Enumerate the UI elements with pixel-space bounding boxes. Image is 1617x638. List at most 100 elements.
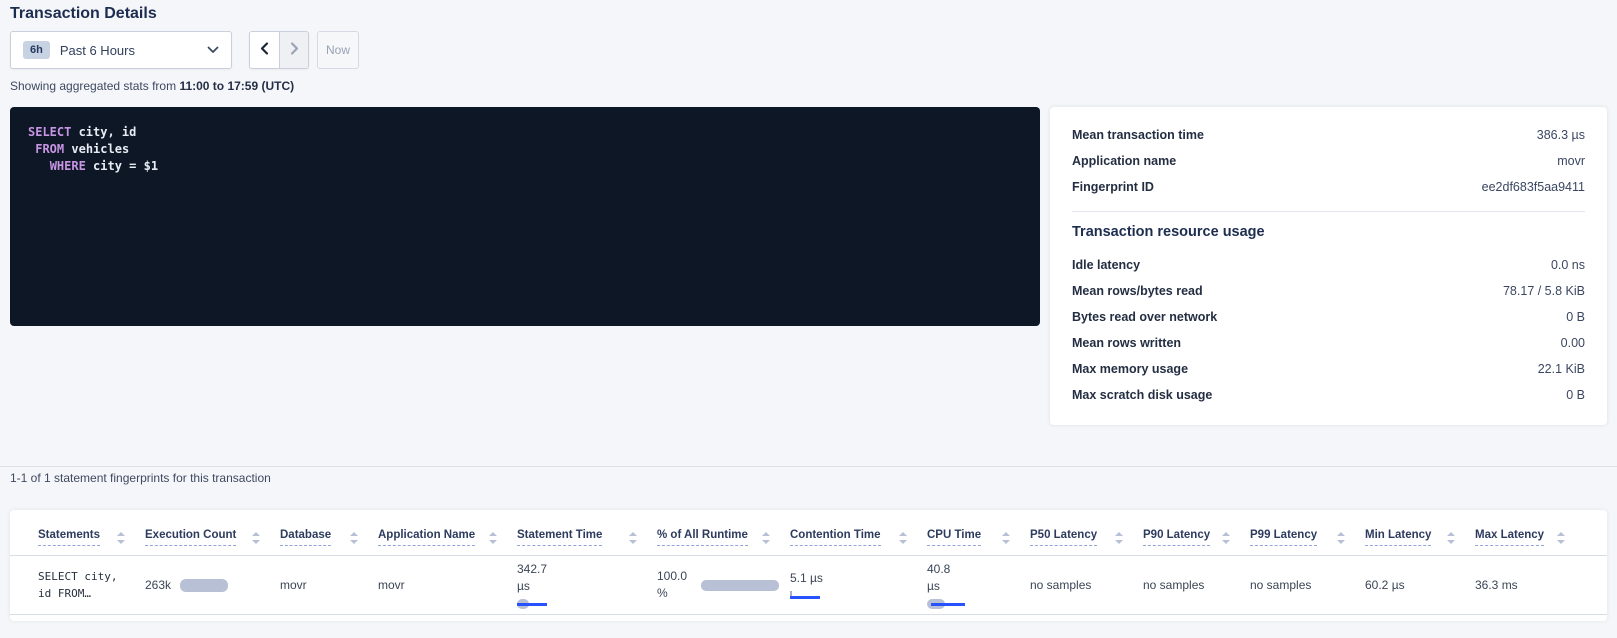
sort-arrows-icon[interactable] [1557, 532, 1565, 544]
contention-time-cell: 5.1 µs [790, 570, 927, 600]
statement-link: SELECT city, id FROM… [38, 568, 117, 602]
sort-arrows-icon[interactable] [489, 532, 497, 544]
summary-value: 0.0 ns [1551, 258, 1585, 272]
p50-latency-cell: no samples [1030, 578, 1143, 592]
column-header-max-latency[interactable]: Max Latency [1475, 529, 1585, 546]
section-divider [0, 466, 1617, 467]
time-nav-group [249, 31, 309, 69]
summary-rows: Mean transaction time 386.3 µs Application… [1072, 122, 1585, 200]
sort-arrows-icon[interactable] [899, 532, 907, 544]
column-header-application-name[interactable]: Application Name [378, 529, 517, 546]
column-header-label: P90 Latency [1143, 529, 1210, 546]
min-latency-cell: 60.2 µs [1365, 578, 1475, 592]
application-name-cell: movr [378, 578, 517, 592]
column-header-min-latency[interactable]: Min Latency [1365, 529, 1475, 546]
sort-arrows-icon[interactable] [350, 532, 358, 544]
time-range-dropdown[interactable]: 6h Past 6 Hours [10, 31, 232, 69]
column-header-label: Statements [38, 529, 100, 546]
column-header-p90-latency[interactable]: P90 Latency [1143, 529, 1250, 546]
statement-row[interactable]: SELECT city, id FROM… 263k movr movr 342… [10, 556, 1607, 615]
statement-cell[interactable]: SELECT city, id FROM… [38, 568, 145, 602]
summary-label: Mean transaction time [1072, 128, 1204, 142]
summary-row: Mean rows/bytes read78.17 / 5.8 KiB [1072, 278, 1585, 304]
sort-arrows-icon[interactable] [1002, 532, 1010, 544]
column-header-cpu-time[interactable]: CPU Time [927, 529, 1030, 546]
time-controls: 6h Past 6 Hours Now [10, 31, 359, 69]
cpu-time-bar [927, 599, 967, 609]
column-header-database[interactable]: Database [280, 529, 378, 546]
resource-usage-title: Transaction resource usage [1072, 224, 1585, 240]
summary-row: Mean transaction time 386.3 µs [1072, 122, 1585, 148]
database-cell: movr [280, 578, 378, 592]
column-header-label: Execution Count [145, 529, 236, 546]
column-header-p99-latency[interactable]: P99 Latency [1250, 529, 1365, 546]
statements-table-header: Statements Execution Count Database Applica… [10, 510, 1607, 556]
column-header-label: Max Latency [1475, 529, 1544, 546]
summary-value: ee2df683f5aa9411 [1482, 180, 1585, 194]
chevron-right-icon [289, 41, 300, 59]
column-header-label: Database [280, 529, 331, 546]
sort-arrows-icon[interactable] [117, 532, 125, 544]
summary-value: 386.3 µs [1537, 128, 1585, 142]
summary-divider [1072, 211, 1585, 212]
transaction-summary-card: Mean transaction time 386.3 µs Application… [1050, 107, 1607, 425]
sql-code: SELECT city, id FROM vehicles WHERE city… [28, 124, 1022, 175]
statement-time-cell: 342.7 µs [517, 561, 657, 609]
column-header--of-all-runtime[interactable]: % of All Runtime [657, 529, 790, 546]
sort-arrows-icon[interactable] [762, 532, 770, 544]
time-range-badge: 6h [23, 41, 50, 59]
next-time-button[interactable] [279, 32, 308, 68]
summary-label: Max memory usage [1072, 362, 1188, 376]
column-header-p50-latency[interactable]: P50 Latency [1030, 529, 1143, 546]
pct-runtime-cell: 100.0 % [657, 568, 790, 602]
page-title: Transaction Details [10, 5, 157, 23]
summary-row: Max memory usage 22.1 KiB [1072, 356, 1585, 382]
column-header-label: P50 Latency [1030, 529, 1097, 546]
column-header-statements[interactable]: Statements [38, 529, 145, 546]
sort-arrows-icon[interactable] [252, 532, 260, 544]
summary-row: Fingerprint ID ee2df683f5aa9411 [1072, 174, 1585, 200]
statement-time-bar [517, 599, 557, 609]
column-header-label: Min Latency [1365, 529, 1431, 546]
stats-time-range: 11:00 to 17:59 (UTC) [179, 79, 294, 93]
sort-arrows-icon[interactable] [1115, 532, 1123, 544]
p90-latency-cell: no samples [1143, 578, 1250, 592]
chevron-left-icon [259, 41, 270, 59]
summary-label: Fingerprint ID [1072, 180, 1154, 194]
now-button[interactable]: Now [317, 31, 359, 69]
fingerprints-caption: 1-1 of 1 statement fingerprints for this… [10, 471, 271, 485]
summary-row: Bytes read over network0 B [1072, 304, 1585, 330]
summary-value: movr [1557, 154, 1585, 168]
summary-value: 22.1 KiB [1538, 362, 1585, 376]
column-header-label: Application Name [378, 529, 475, 546]
column-header-label: P99 Latency [1250, 529, 1317, 546]
summary-row: Mean rows written 0.00 [1072, 330, 1585, 356]
column-header-contention-time[interactable]: Contention Time [790, 529, 927, 546]
summary-value: 0.00 [1561, 336, 1585, 350]
column-header-statement-time[interactable]: Statement Time [517, 529, 657, 546]
summary-row: Max scratch disk usage 0 B [1072, 382, 1585, 408]
summary-value: 0 B [1566, 310, 1585, 324]
column-header-label: Contention Time [790, 529, 881, 546]
execution-count-cell: 263k [145, 578, 280, 592]
column-header-label: CPU Time [927, 529, 981, 546]
column-header-execution-count[interactable]: Execution Count [145, 529, 280, 546]
aggregated-stats-caption: Showing aggregated stats from 11:00 to 1… [10, 79, 294, 93]
column-header-label: % of All Runtime [657, 529, 748, 546]
summary-label: Application name [1072, 154, 1176, 168]
sort-arrows-icon[interactable] [1337, 532, 1345, 544]
statements-table: Statements Execution Count Database Applica… [10, 510, 1607, 621]
sort-arrows-icon[interactable] [629, 532, 637, 544]
sort-arrows-icon[interactable] [1222, 532, 1230, 544]
contention-time-bar [790, 591, 824, 600]
summary-value: 78.17 / 5.8 KiB [1503, 284, 1585, 298]
summary-label: Max scratch disk usage [1072, 388, 1212, 402]
time-range-label: Past 6 Hours [60, 43, 197, 58]
summary-value: 0 B [1566, 388, 1585, 402]
summary-row: Idle latency0.0 ns [1072, 252, 1585, 278]
summary-label: Mean rows written [1072, 336, 1181, 350]
prev-time-button[interactable] [250, 32, 279, 68]
resource-usage-rows: Idle latency0.0 nsMean rows/bytes read78… [1072, 252, 1585, 408]
p99-latency-cell: no samples [1250, 578, 1365, 592]
sort-arrows-icon[interactable] [1447, 532, 1455, 544]
